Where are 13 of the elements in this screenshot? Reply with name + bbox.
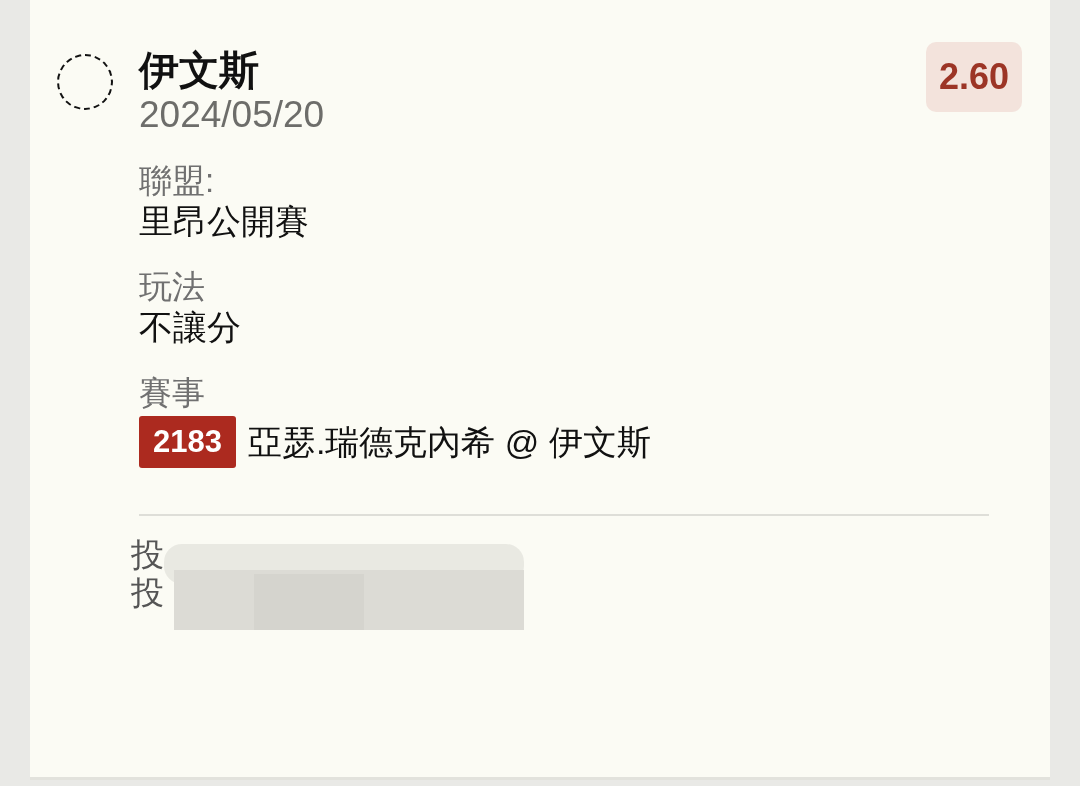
footer-text: 投 bbox=[131, 574, 164, 613]
player-name: 伊文斯 bbox=[139, 47, 260, 94]
event-matchup: 亞瑟.瑞德克內希 @ 伊文斯 bbox=[247, 422, 651, 464]
footer-text: 投 bbox=[131, 536, 164, 575]
odds-badge: 2.60 bbox=[925, 42, 1022, 112]
dashed-circle-icon[interactable] bbox=[57, 54, 113, 110]
field-value: 不讓分 bbox=[139, 307, 242, 349]
event-number-badge: 2183 bbox=[139, 416, 236, 469]
field-value: 里昂公開賽 bbox=[139, 201, 310, 243]
field-label: 賽事 bbox=[139, 372, 206, 413]
bet-date: 2024/05/20 bbox=[139, 94, 325, 137]
field-label: 玩法 bbox=[139, 266, 206, 307]
field-label: 聯盟: bbox=[139, 160, 216, 201]
